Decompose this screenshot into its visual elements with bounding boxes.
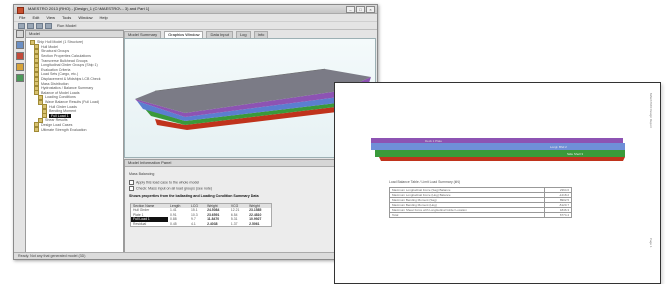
model-tree: Ship Hull Model (1 Structure) Hull Model S… bbox=[26, 38, 123, 133]
menu-view[interactable]: View bbox=[46, 14, 55, 21]
group-icon[interactable] bbox=[16, 74, 24, 82]
cell-lcg: 4.1 bbox=[191, 221, 196, 226]
print-icon[interactable] bbox=[45, 22, 52, 29]
apply-load-checkbox[interactable] bbox=[129, 180, 134, 185]
menu-edit[interactable]: Edit bbox=[32, 14, 39, 21]
toolbar: Run Model bbox=[14, 21, 377, 30]
window-controls: – □ × bbox=[346, 6, 375, 13]
hull-label-deck: Deck 1 Plate bbox=[425, 139, 442, 143]
report-green-band bbox=[375, 150, 625, 157]
hull-label-bhd: Longl. Bhd 2 bbox=[550, 145, 567, 149]
tree-item-label: Full Load 1 bbox=[49, 113, 71, 118]
tree-item-label: Shear Results bbox=[45, 118, 68, 123]
tree-item-label: Load Sets (Cargo, etc.) bbox=[41, 72, 79, 77]
menu-bar: File Edit View Tools Window Help bbox=[14, 14, 377, 21]
report-blue-band bbox=[371, 143, 625, 150]
folder-icon bbox=[34, 127, 39, 133]
view-tabs: Model Summary Graphics Window Data Input… bbox=[124, 30, 374, 38]
properties-table: Section Name Length LCG Weight VCG Weigh… bbox=[130, 203, 272, 228]
tab-model-summary[interactable]: Model Summary bbox=[124, 31, 162, 38]
menu-help[interactable]: Help bbox=[100, 14, 108, 21]
check-mass-option[interactable]: Check: Mass input on all load groups (se… bbox=[129, 186, 212, 191]
mass-balancing-section: Mass Balancing bbox=[129, 172, 155, 176]
cell-name: Residual bbox=[133, 221, 147, 226]
report-page-number: Page 1 bbox=[649, 238, 653, 248]
title-bar: MAESTRO 2013 (RHO) - [Design_1 (C:\MAEST… bbox=[14, 5, 377, 14]
tree-item-label: Longitudinal Girder Groups (Ship 1) bbox=[41, 63, 98, 68]
close-button[interactable]: × bbox=[366, 6, 375, 13]
menu-window[interactable]: Window bbox=[78, 14, 92, 21]
status-text: Ready. Not any that generated model (3D) bbox=[18, 254, 86, 258]
load-icon[interactable] bbox=[16, 63, 24, 71]
cell-vcg: 1.37 bbox=[230, 221, 238, 226]
select-icon[interactable] bbox=[16, 30, 24, 38]
tree-item-label: Ship Hull Model (1 Structure) bbox=[37, 40, 84, 45]
tree-item-label: Ultimate Strength Evaluation bbox=[41, 127, 87, 132]
tree-item-label: Balance of Model Loads bbox=[41, 90, 80, 95]
tree-item-label: Transverse Bulkhead Groups bbox=[41, 58, 88, 63]
app-window: MAESTRO 2013 (RHO) - [Design_1 (C:\MAEST… bbox=[13, 4, 378, 260]
app-icon bbox=[17, 6, 24, 14]
tree-item-label: Design Load Cases bbox=[41, 122, 73, 127]
tree-item-label: Mass Distribution bbox=[41, 81, 69, 86]
cell-weight-2: 2.5061 bbox=[249, 221, 260, 226]
menu-tools[interactable]: Tools bbox=[62, 14, 71, 21]
menu-file[interactable]: File bbox=[19, 14, 25, 21]
tree-item-label: Loading Conditions bbox=[45, 95, 76, 100]
model-tree-panel: Model Ship Hull Model (1 Structure) Hull … bbox=[25, 30, 124, 257]
table-row[interactable]: Residual 0.45 4.1 2.4038 1.37 2.5061 bbox=[131, 222, 271, 226]
window-title: MAESTRO 2013 (RHO) - [Design_1 (C:\MAEST… bbox=[28, 6, 150, 11]
summary-heading: Shows properties from the ballasting and… bbox=[129, 194, 259, 198]
tree-item-label: Structural Groups bbox=[41, 49, 70, 54]
report-purple-band bbox=[371, 138, 623, 143]
tab-graphics-window[interactable]: Graphics Window bbox=[164, 31, 204, 38]
minimize-button[interactable]: – bbox=[346, 6, 355, 13]
tree-item-label: Wave Balance Results (Full Load) bbox=[45, 100, 100, 105]
cell-length: 0.45 bbox=[170, 221, 177, 226]
hull-label-shell: Side Shell 3 bbox=[567, 152, 583, 156]
node-icon[interactable] bbox=[16, 41, 24, 49]
side-toolbar bbox=[16, 30, 24, 120]
new-icon[interactable] bbox=[18, 22, 25, 29]
report-table-caption: Load Balance Table / Limit Load Summary … bbox=[389, 180, 460, 184]
report-red-band bbox=[379, 157, 625, 161]
maximize-button[interactable]: □ bbox=[356, 6, 365, 13]
run-model-button[interactable]: Run Model bbox=[57, 23, 76, 28]
tab-log[interactable]: Log bbox=[235, 31, 251, 38]
apply-load-option[interactable]: Apply this load case to the whole model bbox=[129, 180, 199, 185]
tree-item-label: Evaluation Criteria bbox=[41, 67, 71, 72]
report-table: Load Balance Table / Limit Load Summary … bbox=[389, 180, 572, 218]
tree-item-label: Bending Moment bbox=[49, 109, 77, 114]
report-page: Deck 1 Plate Longl. Bhd 2 Side Shell 3 L… bbox=[334, 82, 661, 284]
open-icon[interactable] bbox=[27, 22, 34, 29]
tree-title: Model bbox=[26, 31, 123, 38]
report-row: Total 6774.4 bbox=[389, 212, 572, 218]
save-icon[interactable] bbox=[36, 22, 43, 29]
report-row-label: Total bbox=[389, 212, 545, 218]
tree-item-label: Displacement & Midships LCB Check bbox=[41, 77, 101, 82]
check-mass-checkbox[interactable] bbox=[129, 186, 134, 191]
tree-item-label: Hull Model bbox=[41, 44, 58, 49]
element-icon[interactable] bbox=[16, 52, 24, 60]
tree-item-label: Hydrostatics / Balance Summary bbox=[41, 86, 94, 91]
tree-item-label: Section Properties Calculations bbox=[41, 54, 91, 59]
tab-info[interactable]: Info bbox=[253, 31, 269, 38]
tree-item[interactable]: Ultimate Strength Evaluation bbox=[30, 127, 123, 133]
report-row-value: 6774.4 bbox=[544, 212, 572, 218]
check-mass-label: Check: Mass input on all load groups (se… bbox=[136, 186, 213, 191]
report-side-title: MAESTRO Design Report bbox=[649, 93, 653, 128]
tree-item-label: Hull Girder Loads bbox=[49, 104, 77, 109]
tab-data-input[interactable]: Data Input bbox=[206, 31, 233, 38]
apply-load-label: Apply this load case to the whole model bbox=[136, 180, 200, 185]
cell-weight: 2.4038 bbox=[207, 221, 218, 226]
status-bar: Ready. Not any that generated model (3D) bbox=[14, 252, 377, 259]
